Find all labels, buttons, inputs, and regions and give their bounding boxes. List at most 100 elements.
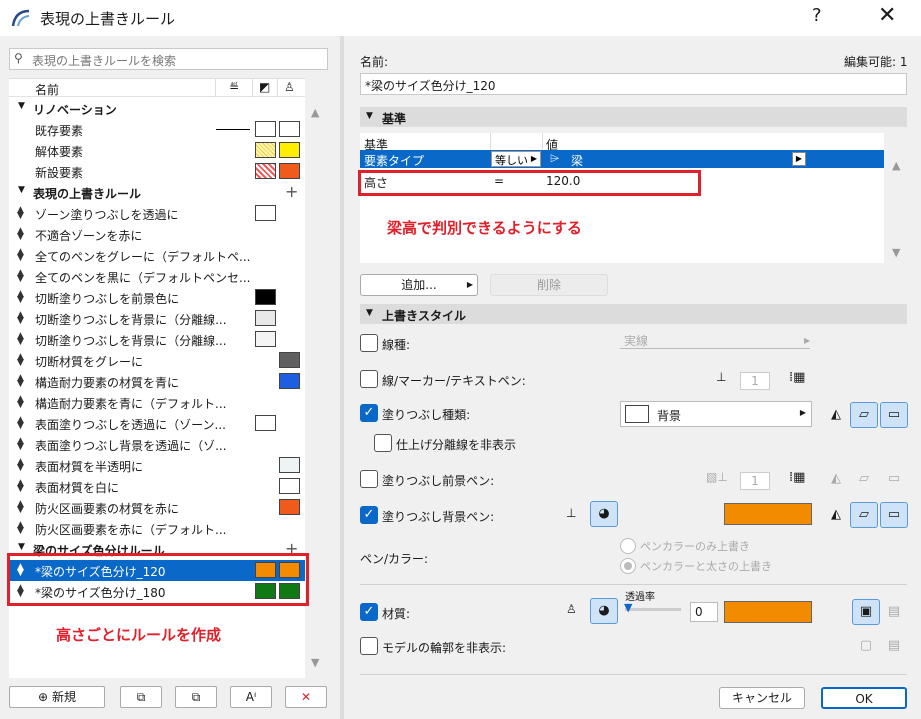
help-button[interactable]: ? [812,5,822,26]
slider-thumb-icon[interactable]: ▼ [624,601,632,614]
group-renovation[interactable]: ▼ リノベーション [9,98,305,119]
drag-handle-icon[interactable]: ▲ ▼ [17,416,24,431]
line-pen-checkbox[interactable] [360,370,378,388]
criteria-table[interactable]: 基準 値 要素タイプ 等しい ▶ ⌲ 梁 ▶ 高さ = 120.0 [360,133,884,263]
collapse-icon[interactable]: ▼ [366,111,373,121]
list-item[interactable]: ▲ ▼ 切断塗りつぶしを背景に（分離線... [9,329,305,350]
value-menu-button[interactable]: ▶ [792,152,806,166]
bg-color-swatch[interactable] [724,503,812,525]
criteria-section-header[interactable]: ▼ 基準 [360,107,907,127]
pen-color-only-radio[interactable] [620,538,636,554]
drag-handle-icon[interactable]: ▲ ▼ [17,311,24,326]
fill-section-icon[interactable]: ▭ [880,466,908,492]
hide-contour-checkbox[interactable] [360,637,378,655]
list-item[interactable]: ▲ ▼ 防火区画要素の材質を赤に [9,497,305,518]
drag-handle-icon[interactable]: ▲ ▼ [17,227,24,242]
list-item[interactable]: 既存要素 [9,119,305,140]
material-alt-icon[interactable]: ▤ [880,599,908,625]
drag-handle-icon[interactable]: ▲ ▼ [17,500,24,515]
collapse-icon[interactable]: ▼ [366,308,373,318]
list-item[interactable]: ▲ ▼ 表面材質を白に [9,476,305,497]
material-checkbox[interactable]: ✓ [360,603,378,621]
drag-handle-icon[interactable]: ▲ ▼ [17,248,24,263]
line-type-value[interactable]: 実線 [624,332,648,349]
color-palette-icon[interactable]: ◕ [590,501,618,527]
list-item[interactable]: ▲ ▼ 構造耐力要素の材質を青に [9,371,305,392]
rule-name-field[interactable]: *梁のサイズ色分け_120 [360,73,907,95]
collapse-icon[interactable]: ▼ [18,101,25,111]
scroll-up-icon[interactable]: ▲ [311,106,319,119]
fill-type-checkbox[interactable]: ✓ [360,404,378,422]
fill-section-icon[interactable]: ▭ [880,402,908,428]
line-pen-number[interactable]: 1 [740,372,770,390]
drag-handle-icon[interactable]: ▲ ▼ [17,521,24,536]
add-criterion-button[interactable]: 追加... ▶ [360,274,478,296]
fill-type-dropdown[interactable]: 背景 ▶ [620,401,812,427]
fill-column-icon[interactable]: ◩ [259,80,270,94]
fill-fg-checkbox[interactable] [360,470,378,488]
list-item[interactable]: ▲ ▼ 表面塗りつぶし背景を透過に（ゾ... [9,434,305,455]
transparency-input[interactable]: 0 [690,602,718,622]
style-section-header[interactable]: ▼ 上書きスタイル [360,304,907,324]
list-item[interactable]: ▲ ▼ 不適合ゾーンを赤に [9,224,305,245]
drag-handle-icon[interactable]: ▲ ▼ [17,332,24,347]
contour-icon[interactable]: ▢ [852,633,880,659]
cancel-button[interactable]: キャンセル [719,687,805,709]
pen-pattern-icon[interactable]: ⁞▦ [789,470,805,485]
rename-button[interactable]: Aᴵ [230,686,272,708]
fill-plan-icon[interactable]: ▱ [850,402,878,428]
hide-separator-checkbox[interactable] [374,434,392,452]
scroll-down-icon[interactable]: ▼ [892,246,900,259]
search-box[interactable]: ⚲ 表現の上書きルールを検索 [9,48,328,70]
fill-surface-icon[interactable]: ◭ [822,502,850,528]
pen-pattern-icon[interactable]: ⁞▦ [789,370,805,385]
close-button[interactable]: ✕ [878,3,896,28]
color-palette-icon[interactable]: ◕ [590,598,618,624]
drag-handle-icon[interactable]: ▲ ▼ [17,458,24,473]
drag-handle-icon[interactable]: ▲ ▼ [17,290,24,305]
collapse-icon[interactable]: ▼ [18,185,25,195]
new-button[interactable]: ⊕ 新規 [9,686,105,708]
list-item[interactable]: ▲ ▼ 表面材質を半透明に [9,455,305,476]
delete-criterion-button[interactable]: 削除 [490,274,608,296]
scroll-down-icon[interactable]: ▼ [311,656,319,669]
fill-plan-icon[interactable]: ▱ [850,502,878,528]
ok-button[interactable]: OK [821,687,907,709]
drag-handle-icon[interactable]: ▲ ▼ [17,374,24,389]
delete-button[interactable]: ✕ [285,686,327,708]
drag-handle-icon[interactable]: ▲ ▼ [17,206,24,221]
duplicate-button[interactable]: ⧉ [175,686,217,708]
fill-fg-pen-number[interactable]: 1 [740,472,770,490]
pen-color-weight-radio[interactable] [620,558,636,574]
drag-handle-icon[interactable]: ▲ ▼ [17,437,24,452]
drag-handle-icon[interactable]: ▲ ▼ [17,395,24,410]
criteria-row-selected[interactable]: 要素タイプ 等しい ▶ ⌲ 梁 ▶ [360,150,884,168]
line-column-icon[interactable]: ≝ [229,80,239,94]
fill-surface-icon[interactable]: ◭ [822,402,850,428]
fill-surface-icon[interactable]: ◭ [822,466,850,492]
list-item[interactable]: ▲ ▼ ゾーン塗りつぶしを透過に [9,203,305,224]
material-column-icon[interactable]: ♙ [284,80,295,94]
group-override-rules[interactable]: ▼ 表現の上書きルール + [9,182,305,203]
add-rule-icon[interactable]: + [285,182,298,201]
list-item[interactable]: 新設要素 [9,161,305,182]
list-item[interactable]: ▲ ▼ 切断塗りつぶしを背景に（分離線... [9,308,305,329]
list-item[interactable]: ▲ ▼ 切断材質をグレーに [9,350,305,371]
list-item[interactable]: ▲ ▼ 表面塗りつぶしを透過に（ゾーン... [9,413,305,434]
list-item[interactable]: ▲ ▼ 構造耐力要素を青に（デフォルト... [9,392,305,413]
list-item[interactable]: ▲ ▼ 防火区画要素を赤に（デフォルト... [9,518,305,539]
line-type-checkbox[interactable] [360,334,378,352]
fill-section-icon[interactable]: ▭ [880,502,908,528]
list-item[interactable]: ▲ ▼ 全てのペンを黒に（デフォルトペンセ... [9,266,305,287]
list-item[interactable]: 解体要素 [9,140,305,161]
collapse-icon[interactable]: ▼ [18,542,25,552]
drag-handle-icon[interactable]: ▲ ▼ [17,269,24,284]
list-item[interactable]: ▲ ▼ 全てのペンをグレーに（デフォルトペ... [9,245,305,266]
transparency-slider[interactable] [625,608,681,611]
material-settings-icon[interactable]: ▣ [852,599,880,625]
scroll-up-icon[interactable]: ▲ [892,159,900,172]
drag-handle-icon[interactable]: ▲ ▼ [17,353,24,368]
list-item[interactable]: ▲ ▼ 切断塗りつぶしを前景色に [9,287,305,308]
fill-plan-icon[interactable]: ▱ [850,466,878,492]
drag-handle-icon[interactable]: ▲ ▼ [17,479,24,494]
